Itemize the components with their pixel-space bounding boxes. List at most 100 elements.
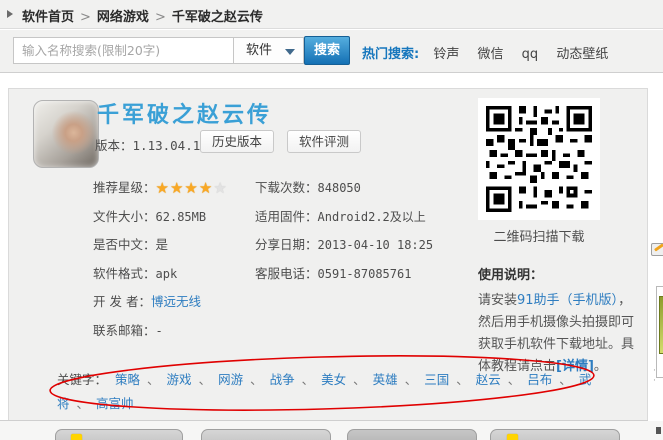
keyword-separator: 、	[404, 372, 418, 387]
firmware-value: Android2.2及以上	[317, 209, 426, 224]
footer-button-4[interactable]	[490, 429, 620, 440]
hot-link-wallpaper[interactable]: 动态壁纸	[556, 47, 608, 62]
keyword-link[interactable]: 高富帅	[96, 396, 134, 411]
qr-code-image	[486, 106, 592, 212]
keyword-separator: 、	[559, 372, 572, 387]
format-value: apk	[155, 266, 178, 281]
keyword-link[interactable]: 策略	[115, 372, 140, 387]
detail-row-rating: 推荐星级：★★★★★	[93, 177, 228, 197]
keyword-link[interactable]: 游戏	[167, 372, 192, 387]
keyword-separator: 、	[507, 372, 521, 387]
filesize-value: 62.85MB	[155, 209, 207, 224]
keyword-separator: 、	[76, 396, 90, 411]
phone-label: 客服电话：	[255, 265, 318, 281]
chinese-value: 是	[155, 237, 169, 252]
star-icon	[507, 434, 518, 440]
breadcrumb: 软件首页 > 网络游戏 > 千军破之赵云传	[22, 6, 263, 25]
hot-link-qq[interactable]: qq	[522, 47, 539, 62]
keyword-separator: 、	[198, 372, 212, 387]
detail-row-chinese: 是否中文：是	[93, 234, 228, 252]
keyword-link[interactable]: 赵云	[476, 372, 501, 387]
detail-row-firmware: 适用固件：Android2.2及以上	[255, 206, 433, 224]
keyword-separator: 、	[301, 372, 315, 387]
detail-row-developer: 开 发 者：博远无线	[93, 291, 228, 309]
breadcrumb-separator: >	[154, 10, 166, 25]
keyword-separator: 、	[250, 372, 263, 387]
qr-code-box	[478, 98, 600, 220]
detail-row-filesize: 文件大小：62.85MB	[93, 206, 228, 224]
sidebar-thumbnail	[656, 286, 663, 378]
history-version-button[interactable]: 历史版本	[200, 130, 274, 153]
sidebar-dots: · ·	[653, 366, 658, 386]
app-title: 千军破之赵云传	[97, 103, 273, 128]
format-label: 软件格式：	[93, 265, 156, 281]
email-label: 联系邮箱：	[93, 322, 156, 338]
detail-row-phone: 客服电话：0591-87085761	[255, 263, 433, 281]
version-label: 版本：	[95, 138, 133, 153]
filesize-label: 文件大小：	[93, 208, 156, 224]
keyword-separator: 、	[147, 372, 160, 387]
detail-row-format: 软件格式：apk	[93, 263, 228, 281]
phone-value: 0591-87085761	[317, 266, 412, 281]
breadcrumb-item-category[interactable]: 网络游戏	[97, 10, 149, 25]
footer-button-2[interactable]	[201, 429, 331, 440]
footer-button-3[interactable]	[347, 429, 477, 440]
detail-row-email: 联系邮箱：-	[93, 320, 228, 338]
keyword-separator: 、	[353, 372, 366, 387]
details-right-column: 下载次数：848050 适用固件：Android2.2及以上 分享日期：2013…	[255, 177, 433, 291]
software-review-button[interactable]: 软件评测	[287, 130, 361, 153]
star-icon	[71, 434, 82, 440]
thumbnail-image	[659, 296, 663, 354]
chinese-label: 是否中文：	[93, 237, 156, 252]
keyword-link[interactable]: 吕布	[527, 372, 552, 387]
detail-row-sharedate: 分享日期：2013-04-10 18:25	[255, 234, 434, 252]
breadcrumb-arrow-icon	[7, 10, 13, 18]
edit-icon[interactable]	[651, 243, 663, 256]
footer-button-1[interactable]	[55, 429, 183, 440]
firmware-label: 适用固件：	[255, 208, 318, 224]
keyword-link[interactable]: 三国	[424, 372, 449, 387]
usage-body: 请安装91助手（手机版），然后用手机摄像头拍摄即可获取手机软件下载地址。具体教程…	[478, 290, 641, 378]
email-value: -	[155, 323, 163, 338]
breadcrumb-item-home[interactable]: 软件首页	[22, 10, 74, 25]
breadcrumb-item-current: 千军破之赵云传	[171, 10, 263, 25]
usage-instructions: 使用说明： 请安装91助手（手机版），然后用手机摄像头拍摄即可获取手机软件下载地…	[478, 264, 641, 378]
sidebar-fragment	[656, 427, 661, 434]
keyword-link[interactable]: 美女	[321, 372, 346, 387]
app-download-page: 软件首页 > 网络游戏 > 千军破之赵云传 软件 搜索 热门搜索: 铃声 微信 qq 动…	[0, 0, 663, 440]
hot-link-ringtone[interactable]: 铃声	[433, 47, 459, 62]
sharedate-label: 分享日期：	[255, 237, 318, 252]
star-empty-icon: ★	[213, 179, 228, 197]
search-category-value: 软件	[246, 43, 273, 58]
helper-app-link[interactable]: 91助手（手机版）	[517, 293, 618, 308]
chevron-down-icon	[285, 49, 295, 55]
search-input[interactable]	[13, 37, 234, 64]
hot-link-wechat[interactable]: 微信	[478, 47, 504, 62]
usage-title: 使用说明：	[478, 268, 544, 283]
divider	[0, 420, 648, 421]
search-category-dropdown[interactable]: 软件	[233, 37, 304, 64]
usage-text-pre: 请安装	[478, 293, 518, 308]
star-rating: ★★★★★	[156, 179, 228, 197]
hot-search: 热门搜索: 铃声 微信 qq 动态壁纸	[362, 43, 622, 62]
qr-caption: 二维码扫描下载	[493, 230, 585, 245]
downloads-value: 848050	[317, 181, 361, 195]
app-icon	[33, 100, 99, 168]
keyword-separator: 、	[456, 372, 469, 387]
version-row: 版本：1.13.04.10	[95, 135, 208, 154]
downloads-label: 下载次数：	[255, 180, 318, 195]
keyword-link[interactable]: 战争	[270, 372, 295, 387]
developer-label: 开 发 者：	[93, 294, 151, 309]
star-filled-icons: ★★★★	[155, 179, 214, 197]
keywords-label: 关键字：	[57, 372, 108, 387]
search-button[interactable]: 搜索	[304, 36, 350, 65]
version-value: 1.13.04.10	[132, 138, 208, 153]
details-left-column: 推荐星级：★★★★★ 文件大小：62.85MB 是否中文：是 软件格式：apk …	[93, 177, 228, 348]
keywords-row: 关键字： 策略、游戏、网游、战争、美女、英雄、三国、赵云、吕布、武将、高富帅	[57, 368, 612, 416]
sharedate-value: 2013-04-10 18:25	[317, 238, 434, 252]
keyword-link[interactable]: 网游	[218, 372, 243, 387]
developer-link[interactable]: 博远无线	[151, 294, 201, 309]
search-bar: 软件 搜索 热门搜索: 铃声 微信 qq 动态壁纸	[0, 30, 663, 73]
keyword-link[interactable]: 英雄	[373, 372, 398, 387]
breadcrumb-bar: 软件首页 > 网络游戏 > 千军破之赵云传	[0, 0, 663, 29]
